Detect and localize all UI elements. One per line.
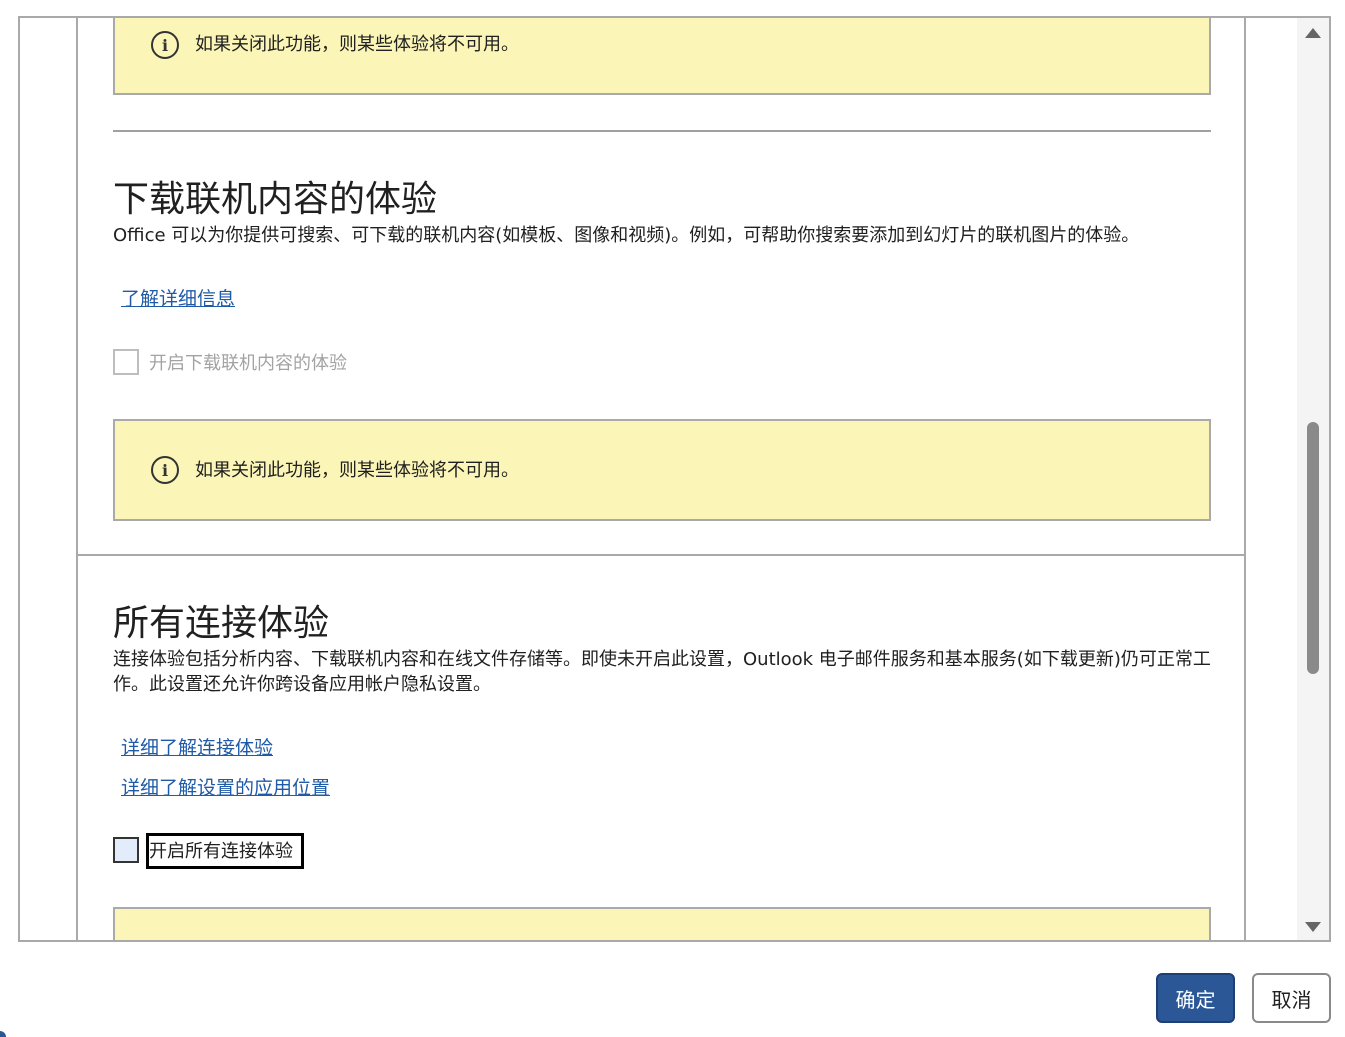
panel-divider [78,554,1244,556]
ok-button[interactable]: 确定 [1156,973,1235,1023]
notice-text: 如果关闭此功能，则某些体验将不可用。 [195,460,519,481]
scroll-down-arrow-icon[interactable] [1305,922,1321,932]
scroll-thumb[interactable] [1307,422,1319,674]
download-section-description: Office 可以为你提供可搜索、可下载的联机内容(如模板、图像和视频)。例如，… [113,225,1140,246]
info-icon: i [151,456,179,484]
connected-section-title: 所有连接体验 [113,603,330,644]
cancel-button[interactable]: 取消 [1252,973,1331,1023]
info-icon: i [151,31,179,59]
connected-section-description: 连接体验包括分析内容、下载联机内容和在线文件存储等。即使未开启此设置，Outlo… [113,649,1211,695]
settings-scroll-area[interactable]: i 如果关闭此功能，则某些体验将不可用。 下载联机内容的体验 Office 可以… [18,16,1331,942]
vertical-scrollbar[interactable] [1297,18,1329,940]
learn-settings-location-link[interactable]: 详细了解设置的应用位置 [121,773,330,800]
notice-box-connected [113,907,1211,940]
download-section-title: 下载联机内容的体验 [113,179,438,220]
notice-box-previous: i 如果关闭此功能，则某些体验将不可用。 [113,18,1211,95]
window-corner-accent [0,1031,6,1037]
scroll-up-arrow-icon[interactable] [1305,28,1321,38]
connected-experiences-checkbox[interactable] [113,837,139,863]
notice-box-download: i 如果关闭此功能，则某些体验将不可用。 [113,419,1211,521]
notice-text: 如果关闭此功能，则某些体验将不可用。 [195,34,519,55]
learn-connected-experiences-link[interactable]: 详细了解连接体验 [121,733,273,760]
download-content-checkbox[interactable] [113,349,139,375]
settings-panel: i 如果关闭此功能，则某些体验将不可用。 下载联机内容的体验 Office 可以… [76,18,1246,940]
connected-experiences-checkbox-label[interactable]: 开启所有连接体验 [146,833,304,869]
section-divider [113,130,1211,132]
download-content-checkbox-label: 开启下载联机内容的体验 [149,353,347,374]
learn-more-link[interactable]: 了解详细信息 [121,284,235,311]
